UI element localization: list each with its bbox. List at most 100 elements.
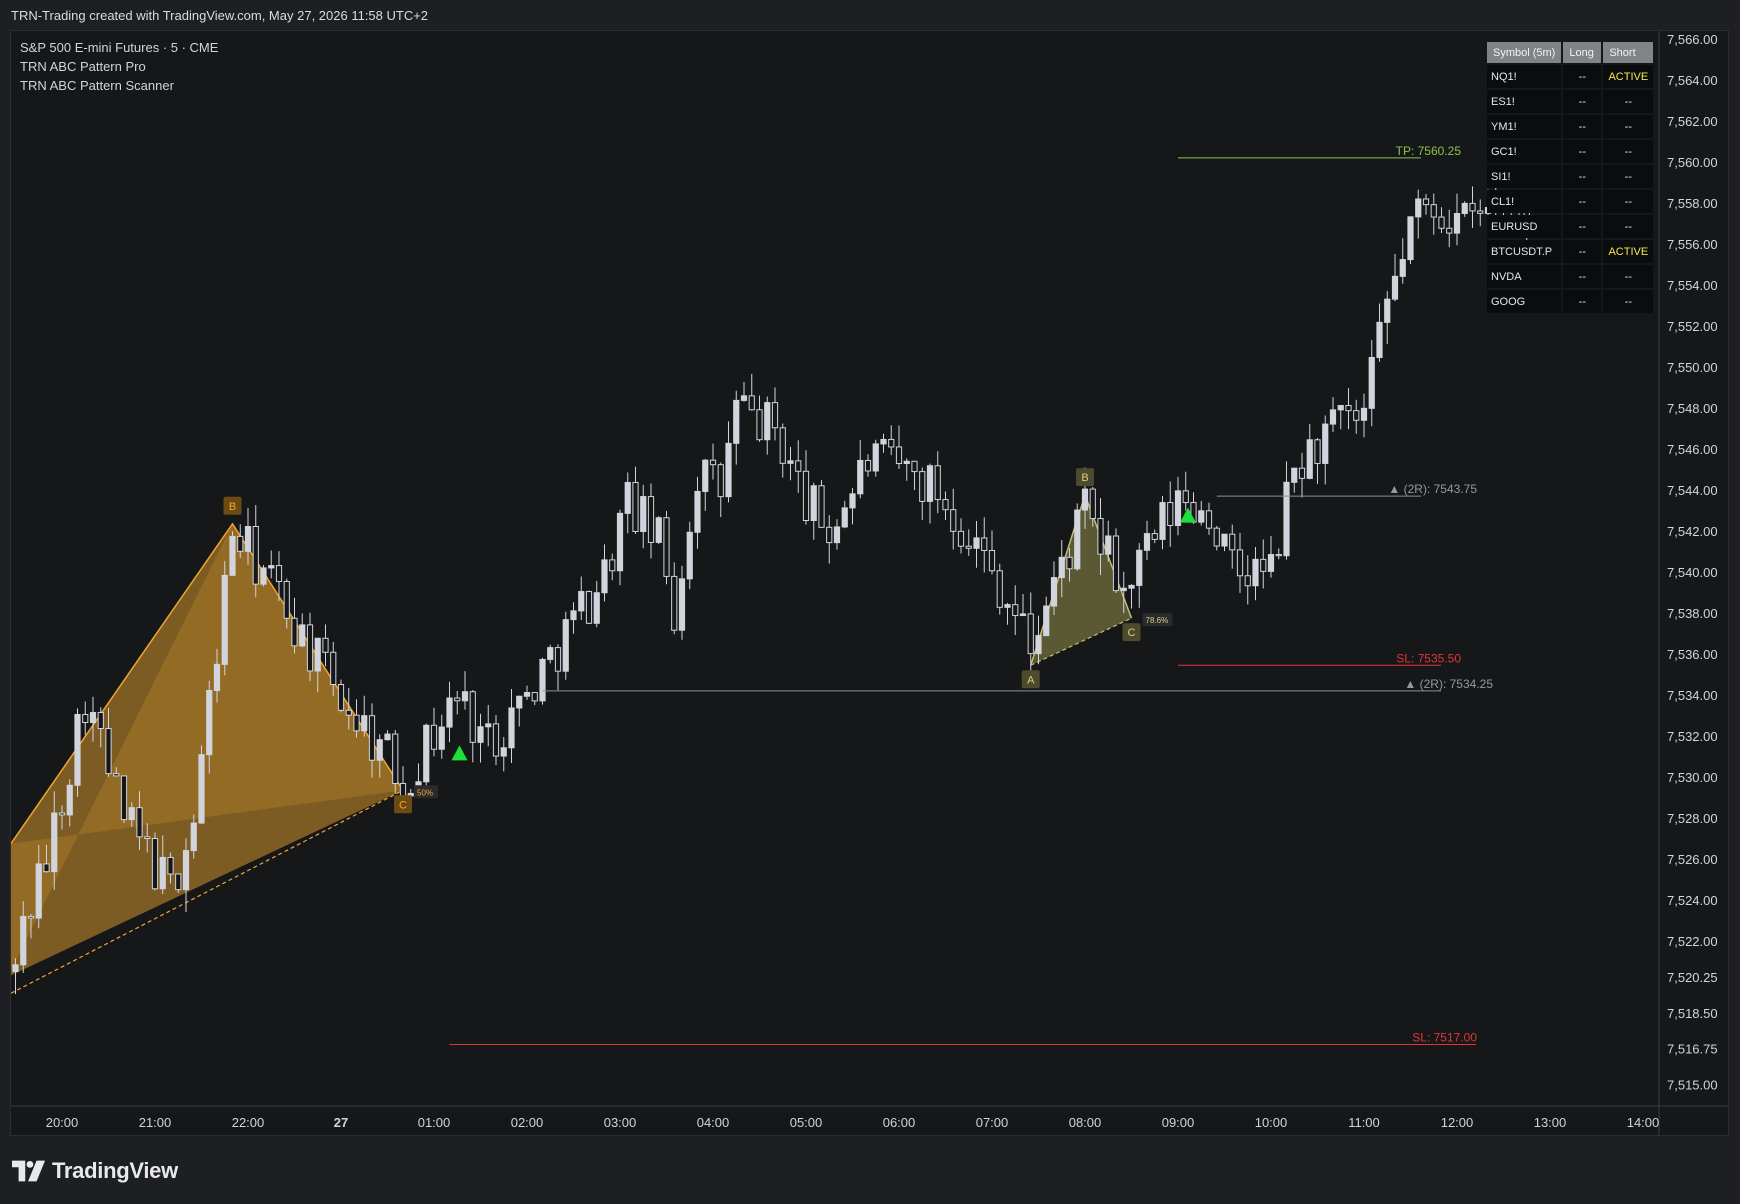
y-axis-tick-label: 7,556.00 — [1667, 237, 1718, 252]
candle-body — [159, 856, 166, 890]
candle-body — [461, 691, 469, 702]
candle-body — [1213, 527, 1220, 547]
stop-loss-label: SL: 7535.50 — [1396, 651, 1461, 665]
y-axis-tick-label: 7,524.00 — [1667, 893, 1718, 908]
candle-body — [314, 637, 321, 672]
candle-body — [934, 465, 941, 501]
candle-body — [299, 624, 306, 647]
candle-body — [841, 507, 848, 528]
candle-body — [888, 438, 895, 448]
candle-body — [384, 733, 391, 741]
y-axis-tick-label: 7,515.00 — [1667, 1078, 1718, 1093]
candle-body — [213, 663, 221, 691]
y-axis-tick-label: 7,548.00 — [1667, 401, 1718, 416]
candle-body — [911, 460, 918, 473]
candle-body — [485, 723, 492, 728]
candle-body — [1027, 613, 1034, 655]
candle-body — [1260, 558, 1267, 572]
candle-body — [764, 402, 771, 441]
tradingview-brand[interactable]: TradingView — [12, 1158, 178, 1184]
indicator-abc-pattern-pro[interactable]: TRN ABC Pattern Pro — [20, 57, 218, 76]
price-chart[interactable]: 7,566.00 7,564.00 7,562.00 7,560.00 7,558.00… — [11, 31, 1728, 1135]
candle-body — [337, 683, 345, 711]
candle-body — [454, 697, 461, 702]
scanner-short-status: -- — [1603, 140, 1654, 163]
candle-body — [880, 438, 887, 445]
candle-body — [981, 537, 988, 551]
x-axis-tick-label: 27 — [334, 1115, 348, 1130]
candle-body — [1322, 423, 1329, 464]
pattern-scanner-table: Symbol (5m) Long Short NQ1! -- ACTIVE ES1!… — [1485, 40, 1655, 315]
scanner-short-status: ACTIVE — [1603, 240, 1654, 263]
scanner-long-status: -- — [1563, 190, 1602, 213]
candle-body — [1012, 604, 1019, 617]
scanner-long-status: -- — [1563, 215, 1602, 238]
scanner-symbol: CL1! — [1487, 190, 1562, 213]
candle-body — [430, 724, 438, 750]
y-axis-tick-label: 7,542.00 — [1667, 524, 1718, 539]
candle-body — [1236, 549, 1244, 577]
scanner-row: SI1! -- -- — [1487, 165, 1654, 188]
chart-pane[interactable]: 7,566.00 7,564.00 7,562.00 7,560.00 7,558.00… — [10, 30, 1729, 1136]
scanner-header-row: Symbol (5m) Long Short — [1487, 42, 1654, 63]
x-axis-tick-label: 07:00 — [976, 1115, 1009, 1130]
scanner-symbol: GOOG — [1487, 290, 1562, 313]
candle-body — [268, 565, 275, 569]
candle-body — [1438, 216, 1445, 229]
candle-body — [578, 591, 585, 612]
candle-body — [1081, 488, 1089, 511]
tradingview-wordmark: TradingView — [52, 1158, 178, 1183]
candle-body — [539, 658, 546, 702]
x-axis-tick-label: 08:00 — [1069, 1115, 1102, 1130]
candle-body — [1074, 509, 1081, 570]
candle-body — [330, 651, 337, 685]
candle-body — [957, 530, 965, 547]
candle-body — [1275, 554, 1282, 557]
y-axis-tick-label: 7,516.75 — [1667, 1042, 1718, 1057]
candle-body — [826, 526, 833, 544]
candle-body — [973, 537, 980, 549]
y-axis-tick-label: 7,532.00 — [1667, 729, 1718, 744]
candle-body — [787, 460, 794, 464]
candle-body — [795, 460, 802, 472]
candle-body — [671, 575, 678, 631]
candle-body — [516, 695, 523, 709]
y-axis-tick-label: 7,530.00 — [1667, 770, 1718, 785]
pattern-point-label: B — [229, 501, 236, 513]
scanner-symbol: EURUSD — [1487, 215, 1562, 238]
candle-body — [1477, 210, 1484, 214]
x-axis-tick-label: 21:00 — [139, 1115, 172, 1130]
candle-body — [1469, 202, 1476, 212]
chart-legend: S&P 500 E-mini Futures · 5 · CME TRN ABC… — [20, 38, 218, 95]
symbol-title[interactable]: S&P 500 E-mini Futures · 5 · CME — [20, 38, 218, 57]
candle-body — [469, 691, 476, 743]
candle-body — [190, 822, 197, 852]
candle-body — [361, 715, 368, 732]
candle-body — [1391, 275, 1399, 300]
candle-body — [616, 512, 624, 572]
candle-body — [1384, 298, 1391, 323]
candle-body — [1043, 605, 1050, 637]
indicator-abc-pattern-scanner[interactable]: TRN ABC Pattern Scanner — [20, 76, 218, 95]
candle-body — [802, 470, 810, 522]
candle-body — [632, 481, 639, 532]
y-axis-tick-label: 7,538.00 — [1667, 606, 1718, 621]
candle-body — [151, 838, 159, 890]
candle-body — [725, 442, 732, 498]
x-axis-tick-label: 14:00 — [1627, 1115, 1660, 1130]
candle-body — [919, 471, 926, 502]
take-profit-label: TP: 7560.25 — [1396, 144, 1462, 158]
candle-body — [779, 427, 786, 464]
x-axis-tick-label: 05:00 — [790, 1115, 823, 1130]
candle-body — [368, 715, 376, 761]
scanner-long-status: -- — [1563, 240, 1602, 263]
candle-body — [51, 812, 58, 873]
x-axis-tick-label: 09:00 — [1162, 1115, 1195, 1130]
candle-body — [198, 754, 205, 824]
candle-body — [229, 535, 236, 576]
y-axis-tick-label: 7,560.00 — [1667, 155, 1718, 170]
scanner-long-status: -- — [1563, 290, 1602, 313]
candle-body — [531, 692, 538, 702]
scanner-short-status: -- — [1603, 265, 1654, 288]
candle-body — [624, 481, 631, 514]
